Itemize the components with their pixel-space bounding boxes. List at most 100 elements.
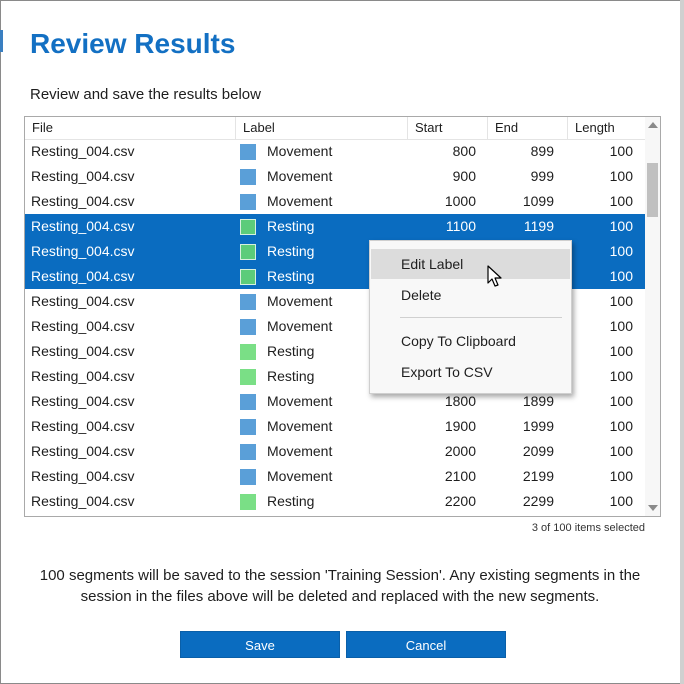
cell-label: Movement	[267, 193, 333, 209]
cell-file: Resting_004.csv	[31, 393, 135, 409]
cell-label: Resting	[267, 343, 315, 359]
column-header-start[interactable]: Start	[408, 117, 488, 139]
cell-start: 2100	[444, 468, 476, 484]
cell-label: Resting	[267, 218, 315, 234]
menu-item-export-to-csv[interactable]: Export To CSV	[371, 357, 570, 387]
cell-file: Resting_004.csv	[31, 268, 135, 284]
scroll-up-arrow-icon[interactable]	[648, 122, 658, 128]
cell-label: Movement	[267, 318, 333, 334]
scrollbar-thumb[interactable]	[647, 163, 658, 217]
label-color-swatch	[240, 444, 256, 460]
cell-label: Movement	[267, 293, 333, 309]
cell-label: Movement	[267, 168, 333, 184]
cell-file: Resting_004.csv	[31, 243, 135, 259]
cell-end: 899	[530, 143, 554, 159]
list-header: File Label Start End Length	[25, 117, 645, 140]
label-color-swatch	[240, 319, 256, 335]
cell-start: 800	[452, 143, 476, 159]
cell-length: 100	[609, 143, 633, 159]
cell-label: Resting	[267, 368, 315, 384]
column-header-end[interactable]: End	[488, 117, 568, 139]
cell-length: 100	[609, 468, 633, 484]
cell-length: 100	[609, 193, 633, 209]
cell-label: Movement	[267, 468, 333, 484]
scroll-down-arrow-icon[interactable]	[648, 505, 658, 511]
label-color-swatch	[240, 219, 256, 235]
vertical-scrollbar[interactable]	[645, 117, 660, 516]
cell-length: 100	[609, 168, 633, 184]
cell-end: 2199	[522, 468, 554, 484]
cell-end: 2299	[522, 493, 554, 509]
table-row[interactable]: Resting_004.csv Movement 1000 1099 100	[25, 189, 645, 214]
label-color-swatch	[240, 494, 256, 510]
cell-length: 100	[609, 268, 633, 284]
column-header-label[interactable]: Label	[236, 117, 408, 139]
column-header-length[interactable]: Length	[568, 117, 645, 139]
cell-label: Resting	[267, 243, 315, 259]
label-color-swatch	[240, 419, 256, 435]
cancel-button[interactable]: Cancel	[346, 631, 506, 658]
cell-file: Resting_004.csv	[31, 218, 135, 234]
cell-length: 100	[609, 243, 633, 259]
table-row[interactable]: Resting_004.csv Movement 900 999 100	[25, 164, 645, 189]
cell-file: Resting_004.csv	[31, 493, 135, 509]
cell-end: 999	[530, 168, 554, 184]
cell-start: 2200	[444, 493, 476, 509]
cell-file: Resting_004.csv	[31, 168, 135, 184]
cell-end: 1099	[522, 193, 554, 209]
cell-length: 100	[609, 343, 633, 359]
cell-file: Resting_004.csv	[31, 143, 135, 159]
cell-label: Movement	[267, 143, 333, 159]
label-color-swatch	[240, 294, 256, 310]
cell-start: 1100	[445, 218, 476, 234]
save-button[interactable]: Save	[180, 631, 340, 658]
dialog-title: Review Results	[30, 28, 236, 59]
cell-label: Movement	[267, 393, 333, 409]
cell-file: Resting_004.csv	[31, 368, 135, 384]
cell-file: Resting_004.csv	[31, 468, 135, 484]
menu-item-delete[interactable]: Delete	[371, 280, 570, 310]
label-color-swatch	[240, 169, 256, 185]
cell-file: Resting_004.csv	[31, 418, 135, 434]
table-row[interactable]: Resting_004.csv Resting 1100 1199 100	[25, 214, 645, 239]
cell-end: 1999	[522, 418, 554, 434]
label-color-swatch	[240, 469, 256, 485]
label-color-swatch	[240, 194, 256, 210]
cell-file: Resting_004.csv	[31, 193, 135, 209]
cell-end: 1199	[523, 218, 554, 234]
cell-file: Resting_004.csv	[31, 443, 135, 459]
label-color-swatch	[240, 144, 256, 160]
menu-item-copy-to-clipboard[interactable]: Copy To Clipboard	[371, 326, 570, 356]
cell-length: 100	[609, 418, 633, 434]
cell-file: Resting_004.csv	[31, 293, 135, 309]
table-row[interactable]: Resting_004.csv Resting 2200 2299 100	[25, 489, 645, 514]
cell-label: Movement	[267, 418, 333, 434]
table-row[interactable]: Resting_004.csv Movement 2000 2099 100	[25, 439, 645, 464]
cell-file: Resting_004.csv	[31, 343, 135, 359]
cell-label: Resting	[267, 268, 315, 284]
cell-file: Resting_004.csv	[31, 318, 135, 334]
table-row[interactable]: Resting_004.csv Movement 2100 2199 100	[25, 464, 645, 489]
table-row[interactable]: Resting_004.csv Movement 1900 1999 100	[25, 414, 645, 439]
background-window-accent	[0, 30, 3, 52]
save-message: 100 segments will be saved to the sessio…	[39, 567, 641, 605]
column-header-file[interactable]: File	[25, 117, 236, 139]
label-color-swatch	[240, 369, 256, 385]
cell-label: Movement	[267, 443, 333, 459]
context-menu: Edit Label Delete Copy To Clipboard Expo…	[369, 240, 572, 394]
label-color-swatch	[240, 244, 256, 260]
label-color-swatch	[240, 394, 256, 410]
label-color-swatch	[240, 344, 256, 360]
menu-separator	[400, 317, 562, 318]
cell-length: 100	[609, 318, 633, 334]
menu-item-edit-label[interactable]: Edit Label	[371, 249, 570, 279]
table-row[interactable]: Resting_004.csv Movement 800 899 100	[25, 139, 645, 164]
cell-label: Resting	[267, 493, 315, 509]
selection-status: 3 of 100 items selected	[531, 522, 645, 534]
cell-length: 100	[609, 443, 633, 459]
cell-end: 2099	[522, 443, 554, 459]
window-edge	[680, 0, 684, 684]
cell-start: 900	[452, 168, 476, 184]
label-color-swatch	[240, 269, 256, 285]
dialog-subtitle: Review and save the results below	[30, 86, 261, 103]
